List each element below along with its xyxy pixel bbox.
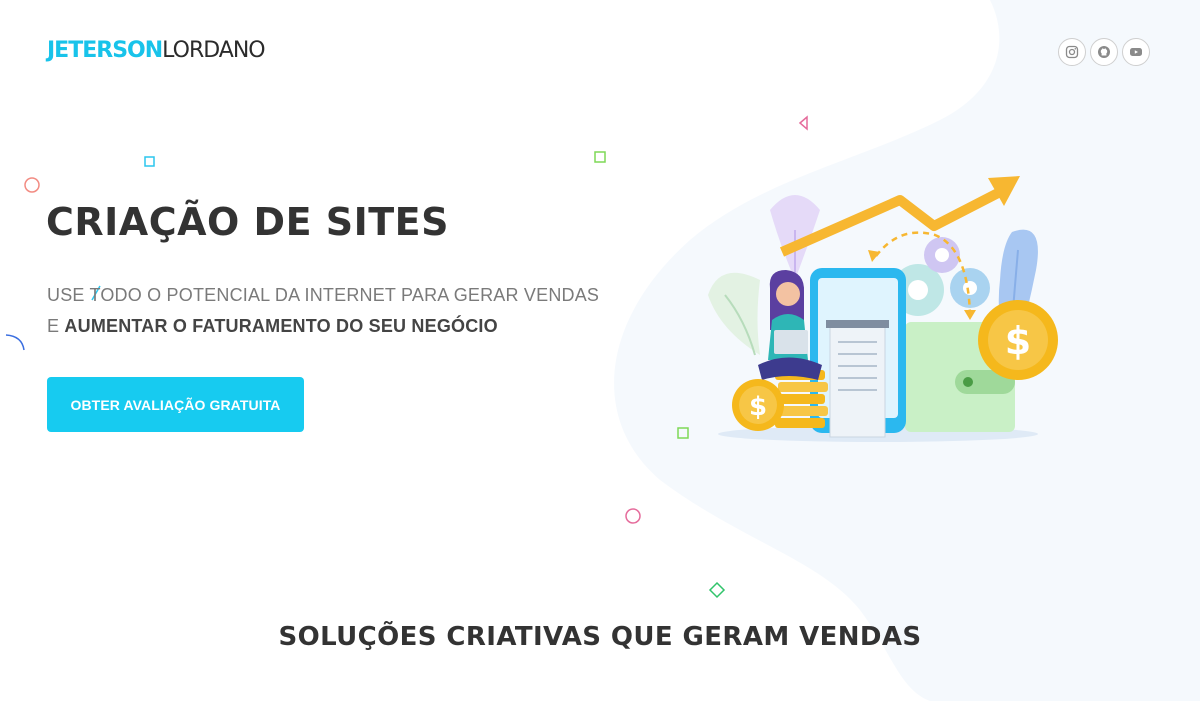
youtube-icon: [1130, 48, 1142, 56]
github-link[interactable]: [1090, 38, 1118, 66]
instagram-link[interactable]: [1058, 38, 1086, 66]
sales-growth-illustration: $ $: [708, 176, 1058, 442]
hero-subtitle-bold: AUMENTAR O FATURAMENTO DO SEU NEGÓCIO: [64, 316, 498, 336]
logo[interactable]: JETERSONLORDANO: [47, 36, 266, 66]
logo-last: LORDANO: [162, 38, 265, 63]
logo-first: JETERSON: [47, 38, 163, 63]
section-title: SOLUÇÕES CRIATIVAS QUE GERAM VENDAS: [278, 622, 922, 652]
hero-subtitle: USE TODO O POTENCIAL DA INTERNET PARA GE…: [47, 280, 607, 342]
instagram-icon: [1065, 45, 1079, 59]
coin-dollar-sign: $: [749, 392, 767, 422]
coin-dollar-sign: $: [1005, 319, 1031, 363]
hero-title: CRIAÇÃO DE SITES: [46, 200, 450, 244]
youtube-link[interactable]: [1122, 38, 1150, 66]
free-evaluation-button[interactable]: OBTER AVALIAÇÃO GRATUITA: [47, 377, 304, 432]
top-bar: JETERSONLORDANO: [0, 0, 1200, 100]
social-links: [1058, 38, 1150, 66]
github-icon: [1098, 46, 1110, 58]
